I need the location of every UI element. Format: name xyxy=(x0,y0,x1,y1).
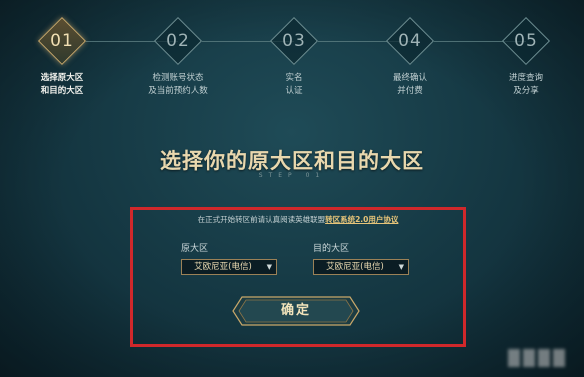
target-region-select[interactable]: 艾欧尼亚(电信) ▼ xyxy=(313,259,409,275)
step-5-label-line1: 进度查询 xyxy=(508,73,543,83)
origin-region-label: 原大区 xyxy=(181,244,209,254)
step-2-label: 检测账号状态 及当前预约人数 xyxy=(130,72,226,98)
step-3: 03 实名 认证 xyxy=(246,16,342,98)
step-1-label: 选择原大区 和目的大区 xyxy=(14,72,110,98)
origin-region-select[interactable]: 艾欧尼亚(电信) ▼ xyxy=(181,259,277,275)
target-region-label: 目的大区 xyxy=(313,244,350,254)
step-5-marker: 05 xyxy=(501,16,551,66)
target-region-value: 艾欧尼亚(电信) xyxy=(326,262,384,272)
user-agreement-link[interactable]: 转区系统2.0用户协议 xyxy=(325,215,398,224)
step-4-label: 最终确认 并付费 xyxy=(362,72,458,98)
agreement-notice: 在正式开始转区前请认真阅读英雄联盟转区系统2.0用户协议 xyxy=(134,214,462,225)
blurred-watermark xyxy=(508,343,578,373)
agreement-notice-text: 在正式开始转区前请认真阅读英雄联盟 xyxy=(197,215,326,224)
page-title: 选择你的原大区和目的大区 xyxy=(160,148,424,173)
step-1: 01 选择原大区 和目的大区 xyxy=(14,16,110,98)
step-2-label-line2: 及当前预约人数 xyxy=(148,86,208,96)
origin-region-value: 艾欧尼亚(电信) xyxy=(194,262,252,272)
confirm-button[interactable]: 确定 xyxy=(232,296,360,326)
step-3-label-line2: 认证 xyxy=(285,86,303,96)
step-5: 05 进度查询 及分享 xyxy=(478,16,574,98)
confirm-button-label: 确定 xyxy=(280,303,311,318)
step-3-number: 03 xyxy=(282,31,306,51)
step-3-marker: 03 xyxy=(269,16,319,66)
step-1-number: 01 xyxy=(50,31,74,51)
highlight-annotation-box xyxy=(130,207,466,347)
step-3-label: 实名 认证 xyxy=(246,72,342,98)
step-2-number: 02 xyxy=(166,31,190,51)
chevron-down-icon: ▼ xyxy=(266,263,272,271)
step-4-number: 04 xyxy=(398,31,422,51)
step-progress: 01 选择原大区 和目的大区 02 检测账号状态 及当前预约人数 03 实名 认… xyxy=(0,0,584,100)
step-1-label-line2: 和目的大区 xyxy=(40,86,84,96)
page-subtitle: STEP 01 xyxy=(258,172,326,179)
step-1-marker: 01 xyxy=(37,16,87,66)
step-2-label-line1: 检测账号状态 xyxy=(152,73,204,83)
step-5-number: 05 xyxy=(514,31,538,51)
step-5-label-line2: 及分享 xyxy=(513,86,539,96)
step-4-marker: 04 xyxy=(385,16,435,66)
step-4-label-line2: 并付费 xyxy=(397,86,423,96)
step-2: 02 检测账号状态 及当前预约人数 xyxy=(130,16,226,98)
step-1-label-line1: 选择原大区 xyxy=(40,73,84,83)
step-4: 04 最终确认 并付费 xyxy=(362,16,458,98)
step-5-label: 进度查询 及分享 xyxy=(478,72,574,98)
step-4-label-line1: 最终确认 xyxy=(392,73,427,83)
chevron-down-icon: ▼ xyxy=(398,263,404,271)
step-3-label-line1: 实名 xyxy=(285,73,303,83)
step-2-marker: 02 xyxy=(153,16,203,66)
